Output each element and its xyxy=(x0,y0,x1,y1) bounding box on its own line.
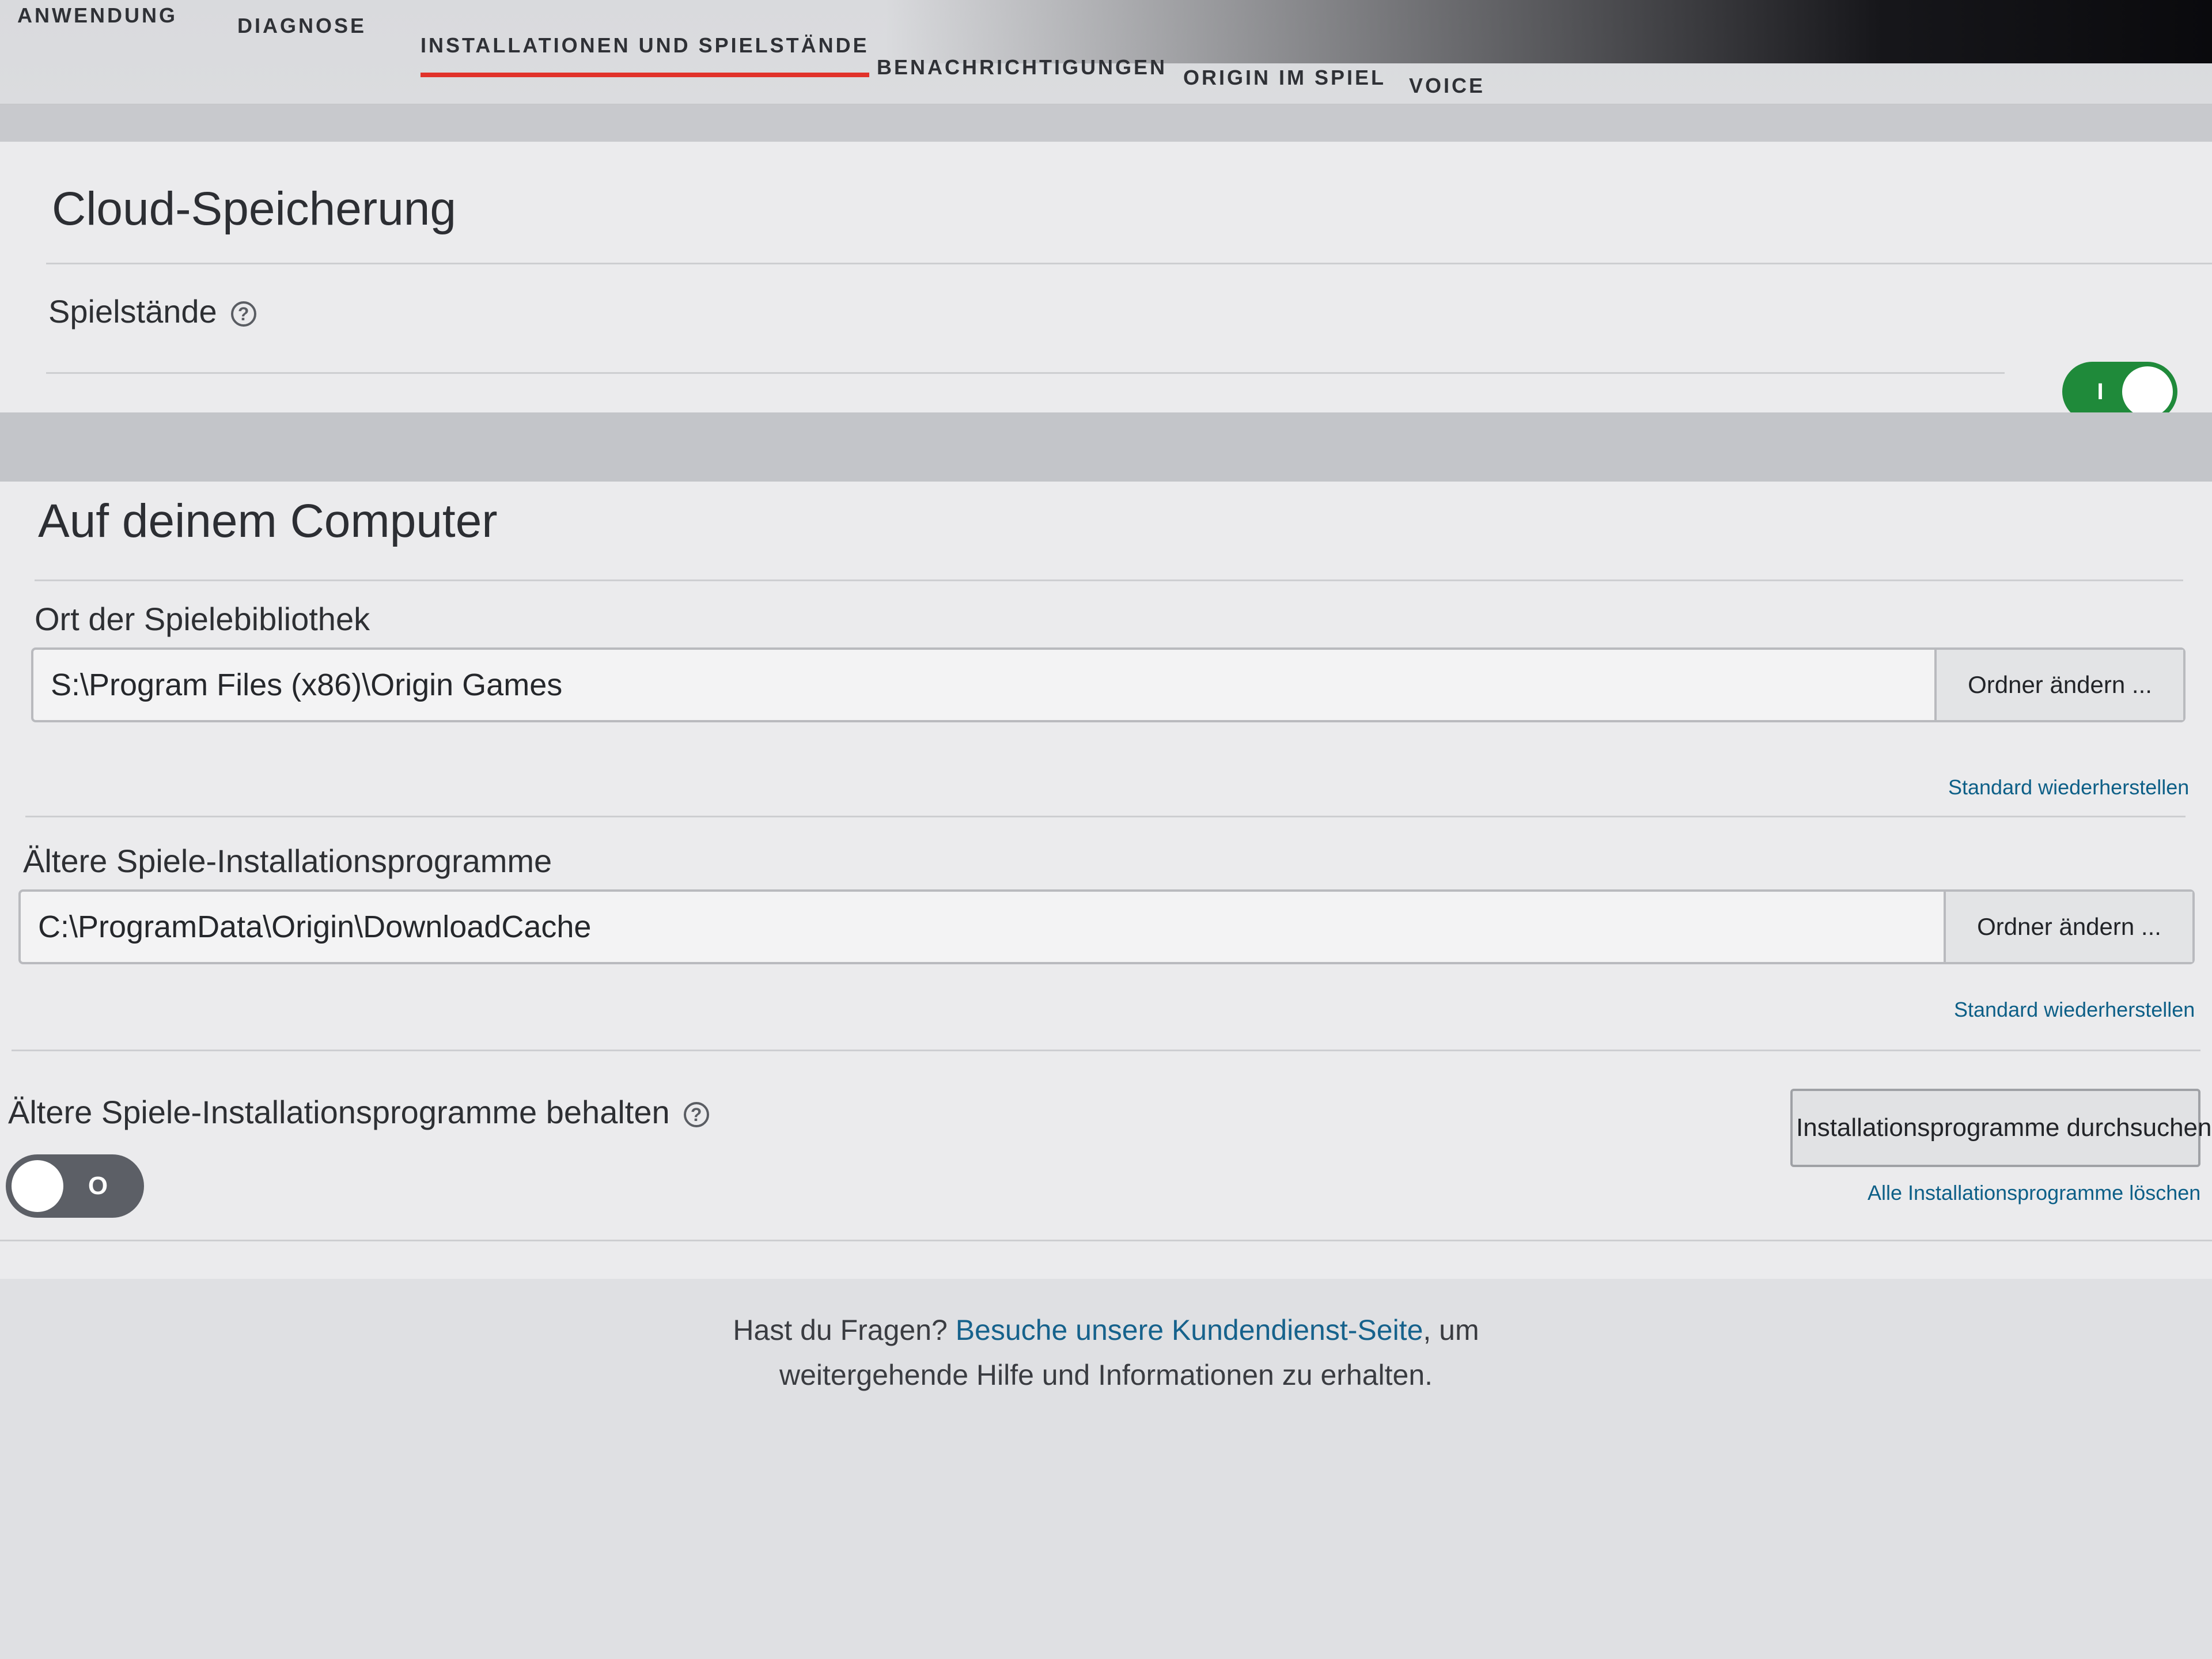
legacy-path-row: Ordner ändern ... xyxy=(18,889,2195,964)
legacy-change-folder-button[interactable]: Ordner ändern ... xyxy=(1944,892,2192,962)
tab-diagnose[interactable]: DIAGNOSE xyxy=(237,14,366,38)
footer-text-before: Hast du Fragen? xyxy=(733,1314,956,1346)
section-gap xyxy=(0,412,2212,482)
tab-origin-im-spiel[interactable]: ORIGIN IM SPIEL xyxy=(1183,66,1386,90)
library-path-row: Ordner ändern ... xyxy=(31,647,2186,722)
toggle-knob xyxy=(12,1160,63,1212)
savegames-setting: Spielstände? xyxy=(48,293,256,330)
library-change-folder-button[interactable]: Ordner ändern ... xyxy=(1934,650,2183,720)
help-icon[interactable]: ? xyxy=(683,1102,709,1128)
keep-installers-setting: Ältere Spiele-Installationsprogramme beh… xyxy=(8,1093,709,1131)
library-location-label: Ort der Spielebibliothek xyxy=(35,601,370,637)
footer-line-2: weitergehende Hilfe und Informationen zu… xyxy=(779,1359,1433,1391)
footer-line-1: Hast du Fragen? Besuche unsere Kundendie… xyxy=(0,1308,2212,1353)
support-footer: Hast du Fragen? Besuche unsere Kundendie… xyxy=(0,1308,2212,1397)
tab-voice[interactable]: VOICE xyxy=(1409,74,1485,98)
tab-label: INSTALLATIONEN UND SPIELSTÄNDE xyxy=(421,33,869,57)
legacy-restore-default-link[interactable]: Standard wiederherstellen xyxy=(1954,998,2195,1022)
tab-anwendung[interactable]: ANWENDUNG xyxy=(17,3,177,28)
active-tab-indicator xyxy=(421,73,869,77)
legacy-installers-label: Ältere Spiele-Installationsprogramme xyxy=(23,843,552,879)
divider xyxy=(0,1240,2212,1241)
divider xyxy=(25,816,2186,817)
tab-installationen-und-spielstaende[interactable]: INSTALLATIONEN UND SPIELSTÄNDE xyxy=(421,33,869,77)
divider xyxy=(35,579,2183,581)
library-restore-default-link[interactable]: Standard wiederherstellen xyxy=(1948,775,2189,800)
help-icon[interactable]: ? xyxy=(230,301,256,327)
settings-tab-bar: ANWENDUNG DIAGNOSE INSTALLATIONEN UND SP… xyxy=(0,0,2212,105)
toggle-knob xyxy=(2122,366,2173,417)
section-gap xyxy=(0,105,2212,142)
on-your-computer-section: Auf deinem Computer Ort der Spielebiblio… xyxy=(0,482,2212,1279)
toggle-off-mark: O xyxy=(88,1172,108,1200)
divider xyxy=(46,263,2212,264)
footer-text-after: , um xyxy=(1423,1314,1479,1346)
legacy-path-field[interactable] xyxy=(21,892,1945,962)
computer-section-title: Auf deinem Computer xyxy=(38,495,498,547)
origin-settings-window: ANWENDUNG DIAGNOSE INSTALLATIONEN UND SP… xyxy=(0,0,2212,1659)
keep-installers-toggle[interactable]: O xyxy=(6,1154,144,1218)
divider xyxy=(46,372,2005,374)
cloud-section-title: Cloud-Speicherung xyxy=(52,183,457,235)
customer-support-link[interactable]: Besuche unsere Kundendienst-Seite xyxy=(956,1314,1423,1346)
browse-installers-button[interactable]: Installationsprogramme durchsuchen xyxy=(1790,1089,2212,1167)
library-path-field[interactable] xyxy=(33,650,1934,720)
delete-all-installers-link[interactable]: Alle Installationsprogramme löschen xyxy=(1868,1181,2200,1205)
divider xyxy=(12,1050,2200,1051)
savegames-label: Spielstände xyxy=(48,293,217,329)
tab-benachrichtigungen[interactable]: BENACHRICHTIGUNGEN xyxy=(877,55,1167,79)
keep-installers-label: Ältere Spiele-Installationsprogramme beh… xyxy=(8,1094,670,1130)
cloud-storage-section: Cloud-Speicherung Spielstände? I xyxy=(0,142,2212,422)
